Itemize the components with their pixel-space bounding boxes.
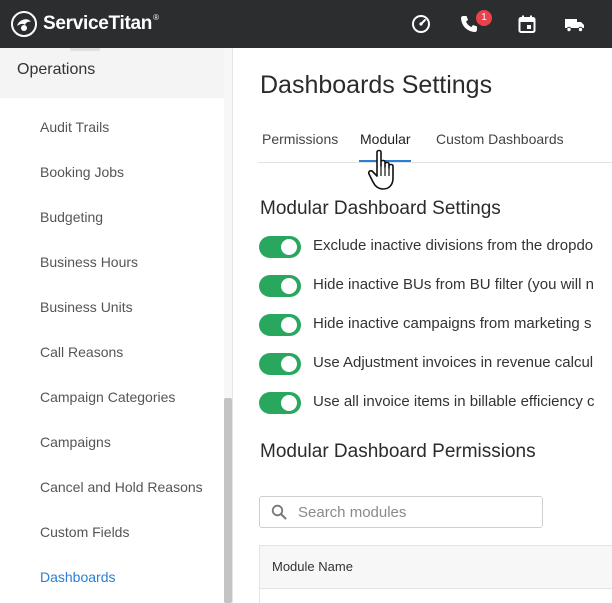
setting-label: Use all invoice items in billable effici… bbox=[313, 393, 595, 410]
hand-pointer-cursor-icon bbox=[367, 149, 394, 190]
sidebar-item-campaigns[interactable]: Campaigns bbox=[40, 434, 111, 450]
toggle-knob bbox=[281, 356, 297, 372]
brand-name: ServiceTitan® bbox=[43, 13, 159, 34]
setting-label: Use Adjustment invoices in revenue calcu… bbox=[313, 354, 594, 371]
sidebar-item-business-hours[interactable]: Business Hours bbox=[40, 254, 138, 270]
toggle-knob bbox=[281, 239, 297, 255]
modular-permissions-title: Modular Dashboard Permissions bbox=[260, 441, 536, 462]
search-modules-input[interactable] bbox=[298, 502, 528, 522]
tabs-divider bbox=[258, 162, 612, 163]
search-icon bbox=[271, 504, 287, 520]
table-row[interactable] bbox=[259, 588, 612, 603]
settings-sidebar: Operations Audit Trails Booking Jobs Bud… bbox=[0, 48, 233, 603]
titan-logo-icon bbox=[11, 11, 37, 37]
toggle-knob bbox=[281, 395, 297, 411]
setting-toggle[interactable] bbox=[259, 314, 301, 336]
modular-settings-title: Modular Dashboard Settings bbox=[260, 198, 501, 219]
servicetitan-logo[interactable]: ServiceTitan® bbox=[10, 10, 159, 38]
setting-label: Hide inactive BUs from BU filter (you wi… bbox=[313, 276, 594, 293]
tab-modular[interactable]: Modular bbox=[360, 131, 411, 147]
sidebar-section-label: Operations bbox=[17, 61, 96, 78]
sidebar-item-business-units[interactable]: Business Units bbox=[40, 299, 133, 315]
modules-table-header: Module Name bbox=[259, 545, 612, 589]
main-content: Dashboards Settings Permissions Modular … bbox=[233, 48, 612, 603]
setting-toggle[interactable] bbox=[259, 236, 301, 258]
sidebar-item-dashboards[interactable]: Dashboards bbox=[40, 569, 116, 585]
calendar-icon[interactable] bbox=[517, 14, 537, 34]
sidebar-item-cancel-and-hold-reasons[interactable]: Cancel and Hold Reasons bbox=[40, 479, 203, 495]
tab-custom-dashboards[interactable]: Custom Dashboards bbox=[436, 131, 564, 147]
sidebar-item-call-reasons[interactable]: Call Reasons bbox=[40, 344, 123, 360]
column-header-module-name[interactable]: Module Name bbox=[272, 559, 353, 574]
search-modules-box bbox=[259, 496, 543, 528]
setting-toggle[interactable] bbox=[259, 353, 301, 375]
phone-notification-badge: 1 bbox=[476, 10, 492, 26]
toggle-knob bbox=[281, 317, 297, 333]
setting-toggle[interactable] bbox=[259, 392, 301, 414]
setting-label: Exclude inactive divisions from the drop… bbox=[313, 237, 594, 254]
registered-mark: ® bbox=[153, 13, 159, 22]
sidebar-item-custom-fields[interactable]: Custom Fields bbox=[40, 524, 129, 540]
sidebar-section-header[interactable]: Operations bbox=[0, 48, 224, 98]
sidebar-item-audit-trails[interactable]: Audit Trails bbox=[40, 119, 109, 135]
sidebar-item-campaign-categories[interactable]: Campaign Categories bbox=[40, 389, 175, 405]
dashboard-gauge-icon[interactable] bbox=[411, 14, 431, 34]
scrolled-text-remnant bbox=[70, 48, 100, 51]
page-title: Dashboards Settings bbox=[260, 71, 493, 99]
sidebar-item-booking-jobs[interactable]: Booking Jobs bbox=[40, 164, 124, 180]
truck-icon[interactable] bbox=[564, 14, 586, 34]
top-bar: ServiceTitan® 1 bbox=[0, 0, 612, 48]
tab-permissions[interactable]: Permissions bbox=[262, 131, 338, 147]
setting-label: Hide inactive campaigns from marketing s bbox=[313, 315, 592, 332]
setting-toggle[interactable] bbox=[259, 275, 301, 297]
toggle-knob bbox=[281, 278, 297, 294]
sidebar-scrollbar-thumb[interactable] bbox=[224, 398, 232, 603]
sidebar-item-budgeting[interactable]: Budgeting bbox=[40, 209, 103, 225]
